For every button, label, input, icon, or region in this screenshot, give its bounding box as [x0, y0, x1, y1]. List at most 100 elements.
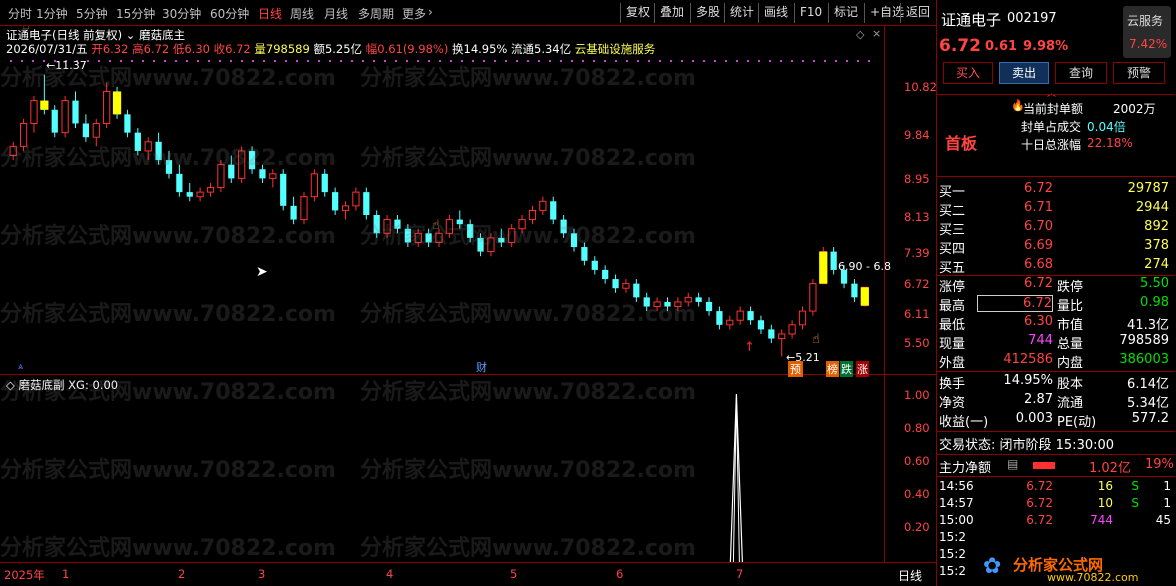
signal-dot	[472, 60, 474, 62]
signal-dot	[197, 60, 199, 62]
signal-dot	[32, 60, 34, 62]
signal-dot	[835, 60, 837, 62]
sell-button[interactable]: 卖出	[999, 62, 1049, 84]
signal-dot	[252, 60, 254, 62]
signal-dot	[736, 60, 738, 62]
stat-value: 6.72	[977, 295, 1053, 312]
stat-row: 现量 744 总量 798589	[937, 333, 1175, 352]
stat-value: 5.50	[1140, 276, 1169, 291]
candle-body	[310, 173, 318, 198]
buy-button[interactable]: 买入	[943, 62, 993, 84]
sub-tick: 0.60	[904, 454, 930, 468]
overlay-button[interactable]: 叠加	[654, 3, 689, 23]
candle-body	[788, 324, 796, 335]
candle-body	[498, 237, 505, 243]
forecast-marker[interactable]: 预	[788, 361, 803, 377]
period-1min[interactable]: 1分钟	[36, 5, 68, 22]
x-tick: 1	[62, 567, 70, 581]
period-intraday[interactable]: 分时	[8, 5, 32, 22]
multi-stock-button[interactable]: 多股	[690, 3, 725, 23]
signal-dot	[461, 60, 463, 62]
ten-day-value: 22.18%	[1087, 136, 1133, 150]
candle-body	[653, 301, 661, 308]
draw-line-button[interactable]: 画线	[758, 3, 793, 23]
signal-dot	[285, 60, 287, 62]
signal-dot	[857, 60, 859, 62]
fundamental-value: 5.34亿	[1127, 396, 1169, 411]
axis-mode[interactable]: 日线	[898, 567, 922, 584]
chevron-right-icon[interactable]: ›	[428, 5, 433, 19]
candle-body	[196, 191, 204, 198]
period-more[interactable]: 更多	[402, 5, 426, 22]
signal-dot	[626, 60, 628, 62]
hand-signal-icon: ☝	[22, 26, 30, 33]
signal-dot	[747, 60, 749, 62]
seal-label: 当前封单额	[1023, 102, 1084, 116]
stat-value: 6.72	[1024, 276, 1053, 291]
cloud-service-badge[interactable]: 云服务 7.42%	[1123, 6, 1171, 58]
f10-button[interactable]: F10	[794, 3, 827, 23]
signal-dot	[450, 60, 452, 62]
candle-body	[30, 100, 38, 124]
candle-body	[830, 251, 837, 270]
candle-body	[206, 187, 215, 193]
main-net-value: 1.02亿	[1089, 461, 1131, 476]
candle-body	[352, 191, 360, 207]
mouse-cursor-icon: ➤	[256, 264, 268, 280]
chevron-up-icon[interactable]: ︿	[1047, 86, 1056, 99]
alert-button[interactable]: 预警	[1113, 62, 1165, 84]
mark-button[interactable]: 标记	[828, 3, 863, 23]
signal-dot	[703, 60, 705, 62]
back-button[interactable]: 返回	[900, 3, 935, 23]
rise-marker[interactable]: 涨	[856, 361, 869, 377]
query-button[interactable]: 查询	[1055, 62, 1107, 84]
signal-dot	[560, 60, 562, 62]
signal-dot	[648, 60, 650, 62]
period-multi[interactable]: 多周期	[358, 5, 394, 22]
period-monthly[interactable]: 月线	[324, 5, 348, 22]
candle-body	[61, 100, 69, 134]
adjust-button[interactable]: 复权	[620, 3, 655, 23]
billboard-marker[interactable]: 榜	[826, 361, 839, 377]
candle-body	[664, 301, 671, 307]
period-60min[interactable]: 60分钟	[210, 5, 249, 22]
candle-body	[217, 164, 225, 189]
stat-row: 外盘 412586 内盘 386003	[937, 352, 1175, 371]
candle-body	[528, 209, 537, 221]
stat-label: 跌停	[1057, 280, 1084, 295]
fall-marker[interactable]: 跌	[840, 361, 853, 377]
candle-body	[633, 283, 640, 298]
x-tick: 3	[258, 567, 266, 581]
tick-price: 6.72	[1026, 479, 1053, 493]
stat-row: 最低 6.30 市值 41.3亿	[937, 314, 1175, 333]
period-weekly[interactable]: 周线	[290, 5, 314, 22]
main-kline-chart[interactable]: 证通电子(日线 前复权) ⌄ 磨菇底主 ◇ × 2026/07/31/五 开6.…	[0, 26, 937, 377]
signal-dot	[824, 60, 826, 62]
sub-indicator-chart[interactable]: ◇ 磨菇底副 XG: 0.00 1.00 0.80 0.60 0.40 0.20	[0, 376, 936, 562]
stats-button[interactable]: 统计	[724, 3, 759, 23]
stat-label: 涨停	[939, 280, 966, 295]
fundamental-value: 577.2	[1131, 411, 1169, 426]
signal-dot	[318, 60, 320, 62]
x-tick: 2025年	[4, 568, 45, 582]
fundamental-label: 流通	[1057, 396, 1084, 411]
candle-body	[19, 122, 28, 147]
list-icon[interactable]: ▤	[1007, 457, 1018, 471]
period-daily[interactable]: 日线	[258, 5, 282, 22]
last-price: 6.72	[939, 36, 981, 56]
signal-dot	[758, 60, 760, 62]
candle-body	[435, 232, 443, 243]
main-net-label: 主力净额	[939, 461, 992, 476]
candle-body	[134, 132, 141, 151]
period-30min[interactable]: 30分钟	[162, 5, 201, 22]
candle-body	[778, 333, 786, 340]
period-15min[interactable]: 15分钟	[116, 5, 155, 22]
signal-dot	[307, 60, 309, 62]
stat-value: 386003	[1119, 352, 1169, 367]
candle-body	[269, 173, 277, 179]
candle-body	[144, 141, 152, 152]
stat-label: 最高	[939, 299, 966, 314]
finance-marker[interactable]: 财	[476, 359, 487, 375]
period-5min[interactable]: 5分钟	[76, 5, 108, 22]
trade-state: 交易状态: 闭市阶段 15:30:00	[939, 438, 1115, 453]
